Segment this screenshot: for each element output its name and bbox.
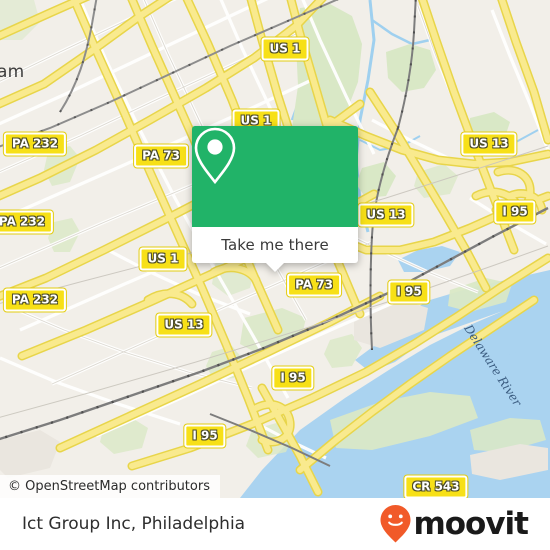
shield-i-95[interactable]: I 95 [272,366,314,390]
place-name: Ict Group Inc, Philadelphia [22,514,246,534]
shield-pa-232[interactable]: PA 232 [3,288,67,312]
shield-pa-73[interactable]: PA 73 [287,273,341,297]
map-pin-icon [194,127,236,185]
popup-pin-area [192,126,358,227]
shield-i-95[interactable]: I 95 [184,424,226,448]
popup-tail [265,262,285,272]
map-screenshot: ham Delaware River US 1 US 1 PA 232 PA 7… [0,0,550,550]
shield-pa-232[interactable]: PA 232 [3,132,67,156]
location-popup-card[interactable]: Take me there [192,126,358,272]
shield-i-95[interactable]: I 95 [494,200,536,224]
shield-cr-543[interactable]: CR 543 [404,475,468,498]
moovit-wordmark: moovit [413,505,529,542]
shield-us-13[interactable]: US 13 [156,313,212,337]
shield-us-13[interactable]: US 13 [461,132,517,156]
shield-pa-73[interactable]: PA 73 [134,144,188,168]
city-label: ham [0,62,25,82]
shield-us-1[interactable]: US 1 [261,37,309,61]
shield-us-13[interactable]: US 13 [358,203,414,227]
take-me-there-label: Take me there [221,236,329,254]
shield-pa-232[interactable]: PA 232 [0,210,54,234]
shield-us-1[interactable]: US 1 [139,247,187,271]
moovit-logo[interactable]: moovit [379,504,529,544]
osm-attribution[interactable]: © OpenStreetMap contributors [0,475,220,498]
footer-bar: Ict Group Inc, Philadelphia moovit [0,498,550,550]
shield-i-95[interactable]: I 95 [388,280,430,304]
popup-action-area[interactable]: Take me there [192,227,358,272]
map-canvas[interactable]: ham Delaware River US 1 US 1 PA 232 PA 7… [0,0,550,498]
moovit-pin-smiley-icon [380,505,411,543]
